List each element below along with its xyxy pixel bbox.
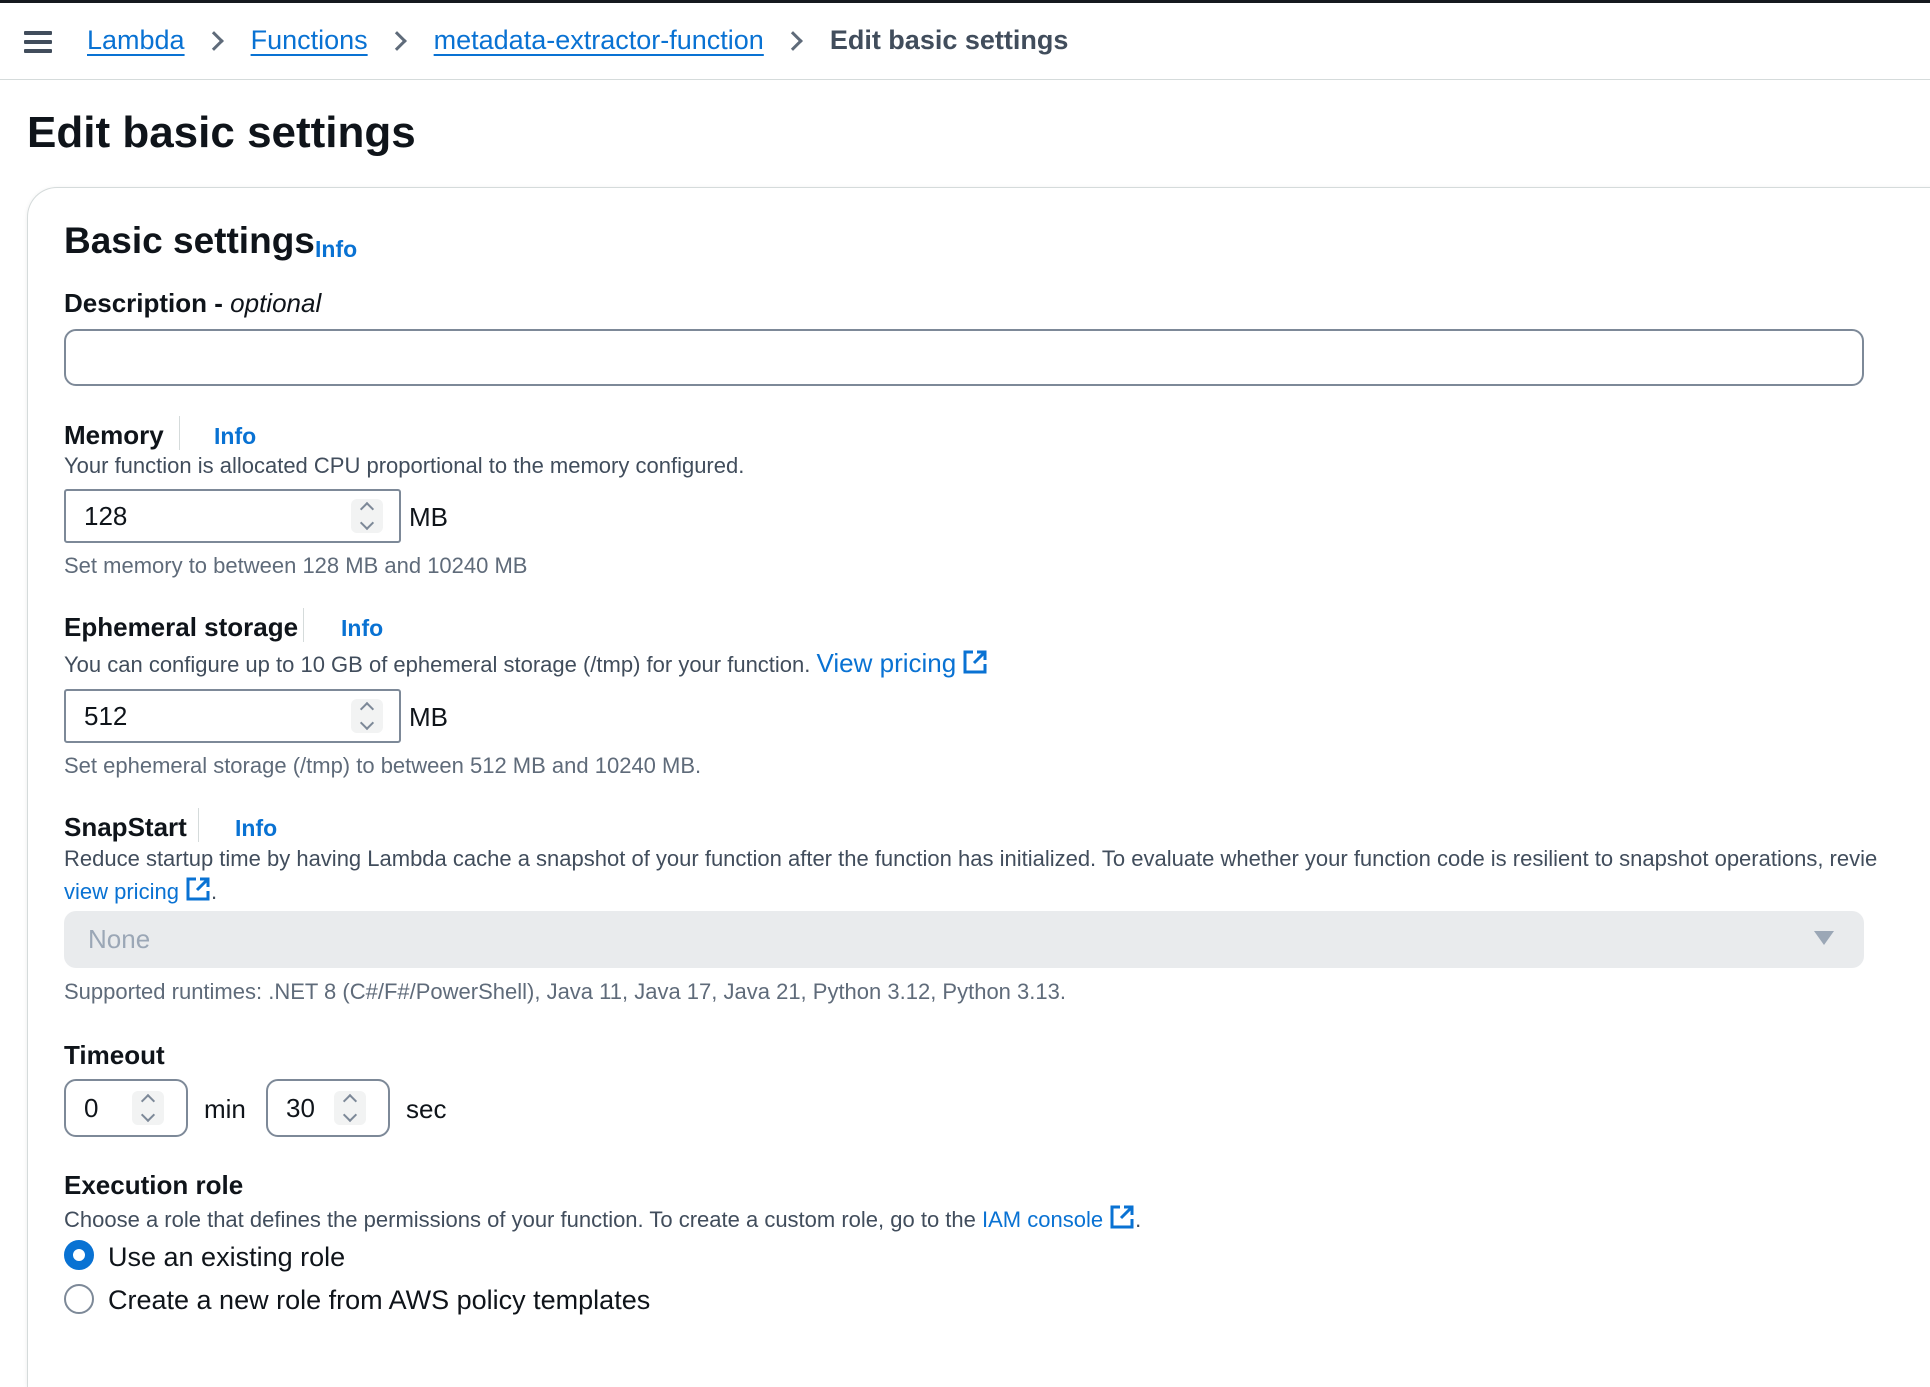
memory-stepper[interactable] [351, 499, 383, 533]
snapstart-pricing: view pricing. [64, 876, 217, 905]
ephemeral-storage-description: You can configure up to 10 GB of ephemer… [64, 648, 988, 679]
divider [303, 608, 304, 642]
snapstart-view-pricing-link[interactable]: view pricing [64, 877, 211, 904]
description-label: Description - optional [64, 288, 322, 318]
divider [179, 416, 180, 450]
ephemeral-storage-stepper[interactable] [351, 699, 383, 733]
memory-input[interactable]: 128 [64, 489, 401, 543]
chevron-right-icon [203, 30, 224, 51]
breadcrumb-functions[interactable]: Functions [251, 25, 368, 56]
timeout-min-value: 0 [84, 1092, 99, 1123]
breadcrumb-function-name[interactable]: metadata-extractor-function [434, 25, 764, 56]
snapstart-info-link[interactable]: Info [235, 815, 277, 842]
timeout-min-stepper[interactable] [132, 1091, 164, 1125]
memory-label: Memory [64, 420, 164, 450]
external-link-icon [186, 877, 210, 901]
chevron-up-icon [359, 501, 375, 517]
caret-down-icon [1814, 931, 1834, 945]
execution-role-description: Choose a role that defines the permissio… [64, 1204, 1141, 1233]
description-input[interactable] [64, 329, 1864, 386]
ephemeral-storage-input[interactable]: 512 [64, 689, 401, 743]
radio-label-create-new-role[interactable]: Create a new role from AWS policy templa… [108, 1285, 650, 1316]
basic-settings-info-link[interactable]: Info [315, 236, 357, 263]
ephemeral-storage-hint: Set ephemeral storage (/tmp) to between … [64, 753, 702, 778]
snapstart-hint: Supported runtimes: .NET 8 (C#/F#/PowerS… [64, 979, 1066, 1004]
timeout-sec-stepper[interactable] [334, 1091, 366, 1125]
timeout-sec-input[interactable]: 30 [266, 1079, 390, 1137]
snapstart-select: None [64, 911, 1864, 968]
radio-label-use-existing-role[interactable]: Use an existing role [108, 1242, 345, 1273]
chevron-right-icon [782, 30, 803, 51]
chevron-right-icon [386, 30, 407, 51]
iam-console-link[interactable]: IAM console [982, 1205, 1135, 1232]
timeout-sec-value: 30 [286, 1092, 315, 1123]
timeout-min-input[interactable]: 0 [64, 1079, 188, 1137]
timeout-sec-unit: sec [406, 1094, 447, 1124]
radio-use-existing-role[interactable] [64, 1240, 94, 1270]
ephemeral-storage-unit: MB [409, 702, 448, 732]
memory-info-link[interactable]: Info [214, 423, 256, 450]
chevron-down-icon [140, 1107, 156, 1123]
timeout-label: Timeout [64, 1040, 165, 1070]
chevron-down-icon [342, 1107, 358, 1123]
ephemeral-storage-value: 512 [84, 700, 128, 731]
breadcrumb-bar: Lambda Functions metadata-extractor-func… [0, 3, 1930, 80]
divider [198, 808, 199, 842]
section-title: Basic settings [64, 220, 315, 261]
snapstart-description: Reduce startup time by having Lambda cac… [64, 846, 1878, 871]
execution-role-label: Execution role [64, 1170, 244, 1200]
chevron-down-icon [359, 515, 375, 531]
ephemeral-storage-label: Ephemeral storage [64, 612, 299, 642]
basic-settings-panel: Basic settings Info Description - option… [27, 187, 1930, 1387]
view-pricing-link[interactable]: View pricing [817, 648, 989, 678]
breadcrumb-current: Edit basic settings [829, 25, 1069, 55]
page-title: Edit basic settings [27, 108, 416, 157]
radio-create-new-role[interactable] [64, 1284, 94, 1314]
chevron-up-icon [342, 1093, 358, 1109]
memory-description: Your function is allocated CPU proportio… [64, 453, 745, 478]
memory-hint: Set memory to between 128 MB and 10240 M… [64, 553, 528, 578]
menu-icon[interactable] [24, 31, 52, 53]
external-link-icon [963, 650, 987, 674]
timeout-min-unit: min [204, 1094, 246, 1124]
breadcrumb: Lambda Functions metadata-extractor-func… [87, 25, 1068, 56]
breadcrumb-lambda[interactable]: Lambda [87, 25, 185, 56]
chevron-down-icon [359, 715, 375, 731]
external-link-icon [1110, 1205, 1134, 1229]
ephemeral-storage-info-link[interactable]: Info [341, 615, 383, 642]
chevron-up-icon [140, 1093, 156, 1109]
chevron-up-icon [359, 701, 375, 717]
memory-value: 128 [84, 500, 128, 531]
memory-unit: MB [409, 502, 448, 532]
snapstart-label: SnapStart [64, 812, 187, 842]
snapstart-selected-value: None [88, 924, 151, 954]
